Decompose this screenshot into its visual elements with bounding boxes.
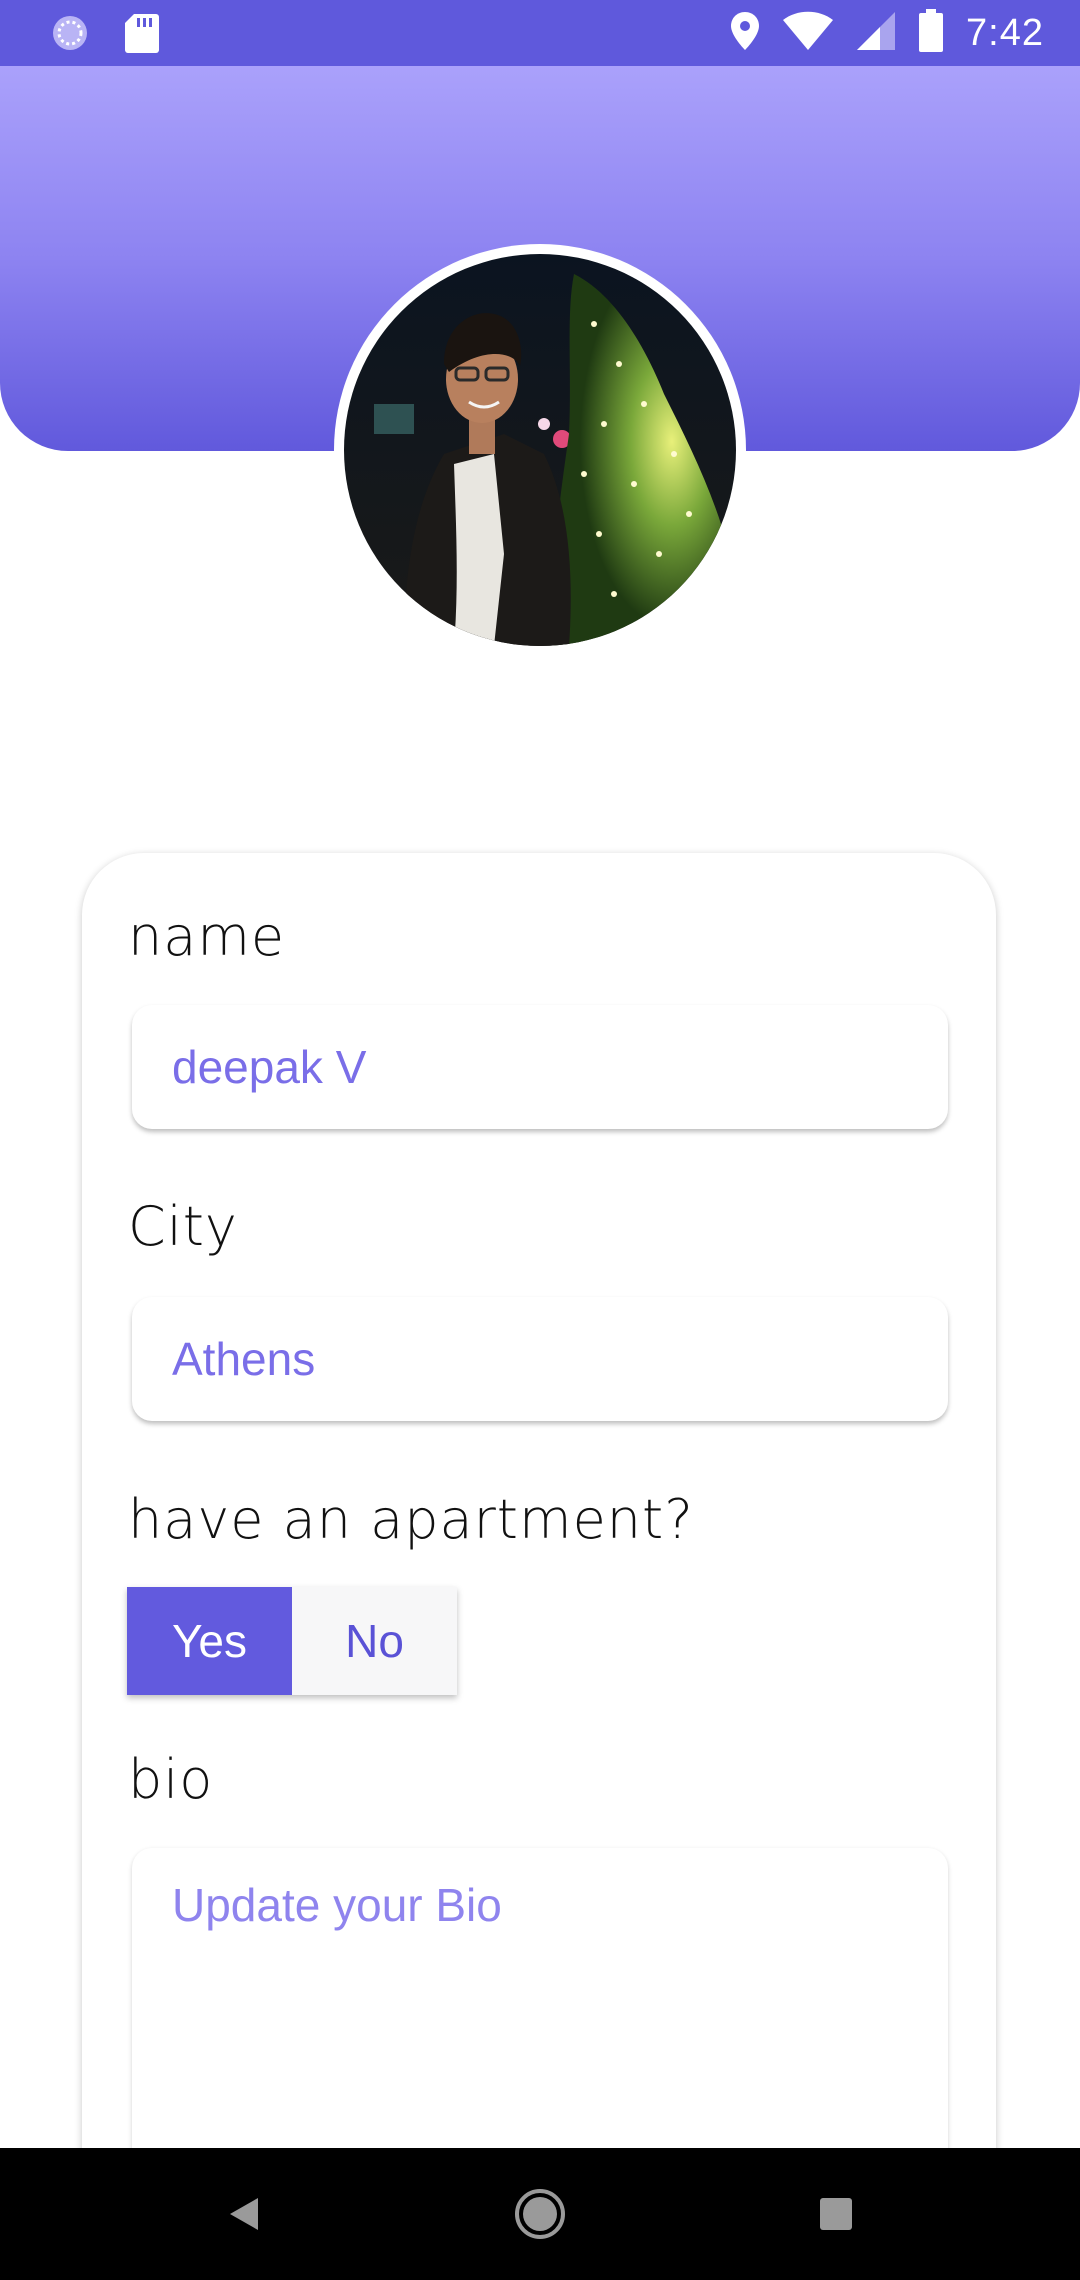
navigation-bar [0,2148,1080,2280]
apartment-yes-button[interactable]: Yes [127,1587,292,1695]
battery-icon [918,9,944,57]
apartment-no-button[interactable]: No [292,1587,457,1695]
sync-icon [50,13,90,57]
location-icon [730,11,760,55]
city-field[interactable]: Athens [132,1297,948,1421]
status-bar: 7:42 [0,0,1080,66]
apartment-toggle: Yes No [127,1587,457,1695]
name-field[interactable]: deepak V [132,1005,948,1129]
clock: 7:42 [966,11,1044,54]
profile-screen: 7:42 name deepak V City Athens have an a… [0,0,1080,2280]
wifi-icon [782,11,834,55]
name-label: name [128,905,286,968]
bio-placeholder: Update your Bio [172,1879,502,1931]
sd-card-icon [124,12,160,58]
city-label: City [128,1195,238,1258]
bio-label: bio [128,1748,214,1811]
recents-icon[interactable] [806,2184,866,2244]
back-icon[interactable] [214,2184,274,2244]
avatar[interactable] [334,244,746,656]
apartment-label: have an apartment? [128,1488,694,1551]
home-icon[interactable] [510,2184,570,2244]
signal-icon [856,11,896,55]
profile-photo [344,254,736,646]
